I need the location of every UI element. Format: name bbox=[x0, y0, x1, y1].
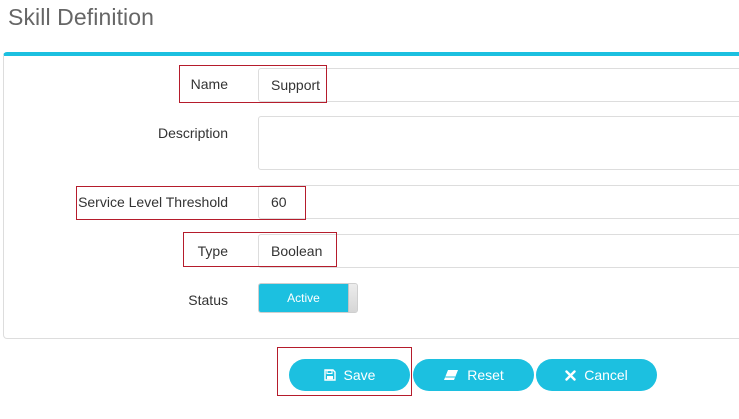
type-select[interactable]: Boolean bbox=[258, 234, 739, 268]
name-label: Name bbox=[190, 76, 228, 92]
reset-button[interactable]: Reset bbox=[413, 359, 534, 391]
status-toggle-knob[interactable] bbox=[348, 284, 357, 312]
description-label: Description bbox=[157, 125, 228, 141]
x-icon bbox=[565, 369, 576, 381]
floppy-disk-icon bbox=[323, 369, 336, 381]
type-label: Type bbox=[197, 243, 228, 259]
description-textarea[interactable] bbox=[258, 116, 739, 170]
threshold-input[interactable]: 60 bbox=[258, 185, 739, 219]
eraser-icon bbox=[443, 369, 459, 381]
cancel-button-label: Cancel bbox=[584, 367, 628, 383]
status-toggle-label: Active bbox=[259, 284, 348, 312]
save-button[interactable]: Save bbox=[289, 359, 410, 391]
save-button-label: Save bbox=[343, 367, 376, 383]
page-title: Skill Definition bbox=[8, 4, 155, 30]
reset-button-label: Reset bbox=[467, 367, 504, 383]
status-toggle[interactable]: Active bbox=[258, 283, 358, 313]
cancel-button[interactable]: Cancel bbox=[536, 359, 657, 391]
status-label: Status bbox=[188, 292, 228, 308]
name-input[interactable]: Support bbox=[258, 68, 739, 102]
threshold-label: Service Level Threshold bbox=[78, 194, 228, 210]
